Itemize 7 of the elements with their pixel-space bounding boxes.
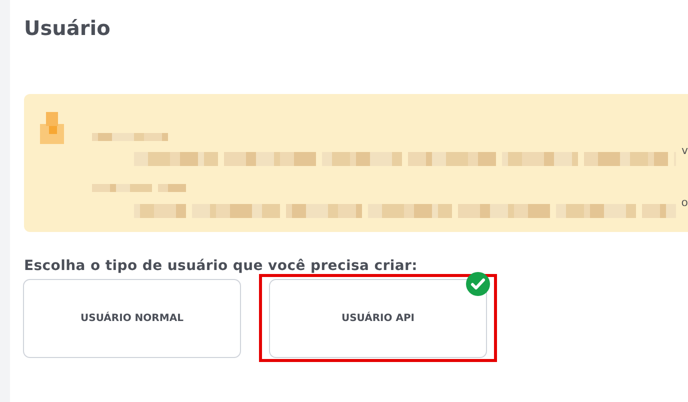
cut-text: o (681, 196, 688, 209)
user-type-card[interactable]: USUÁRIO API (269, 278, 487, 358)
cut-text: v (681, 144, 688, 157)
page-title: Usuário (24, 16, 112, 42)
check-icon (466, 272, 490, 296)
user-type-card[interactable]: USUÁRIO NORMAL (23, 278, 241, 358)
question-label: Escolha o tipo de usuário que você precisa criar: (24, 258, 418, 274)
